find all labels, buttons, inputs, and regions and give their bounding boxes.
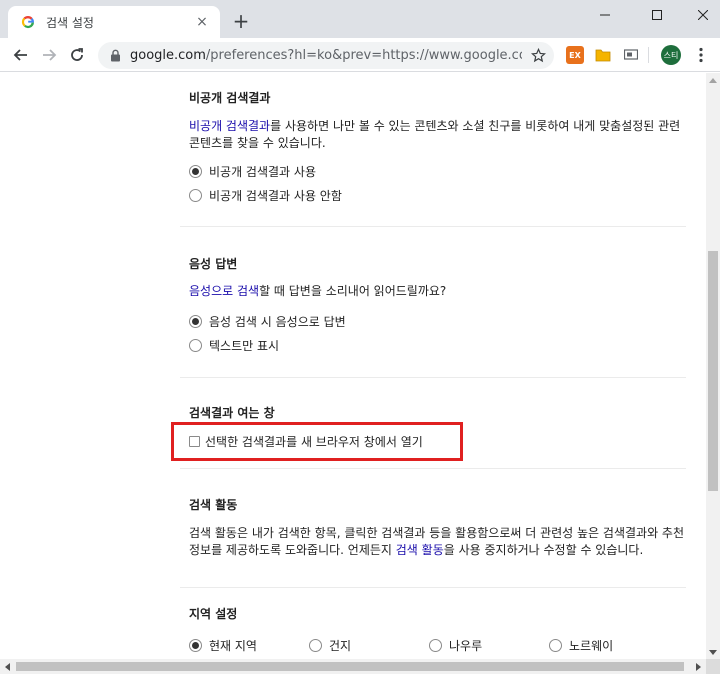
voice-search-link[interactable]: 음성으로 검색: [189, 284, 259, 298]
back-button[interactable]: [8, 42, 34, 68]
radio-button[interactable]: [189, 338, 202, 352]
tab-close-icon[interactable]: ×: [192, 12, 212, 32]
url-path: /preferences?hl=ko&prev=https://www.goog…: [205, 48, 522, 63]
private-results-description: 비공개 검색결과를 사용하면 나만 볼 수 있는 콘텐츠와 소셜 친구를 비롯하…: [189, 118, 685, 152]
window-minimize-button[interactable]: [582, 0, 628, 30]
tab-title: 검색 설정: [46, 15, 94, 30]
private-results-link[interactable]: 비공개 검색결과: [189, 119, 270, 133]
radio-region-guernsey[interactable]: 건지: [309, 637, 351, 653]
radio-label: 음성 검색 시 음성으로 답변: [209, 314, 346, 329]
radio-label: 텍스트만 표시: [209, 338, 280, 353]
radio-button[interactable]: [429, 638, 442, 652]
section-title-result-window: 검색결과 여는 창: [189, 406, 275, 420]
scroll-right-arrow-icon[interactable]: [691, 659, 706, 674]
browser-toolbar: google.com/preferences?hl=ko&prev=https:…: [0, 38, 720, 72]
scroll-left-arrow-icon[interactable]: [0, 659, 15, 674]
red-highlight-box: [171, 422, 463, 461]
voice-answers-description: 음성으로 검색할 때 답변을 소리내어 읽어드릴까요?: [189, 283, 685, 300]
radio-button[interactable]: [549, 638, 562, 652]
radio-private-results-off[interactable]: 비공개 검색결과 사용 안함: [189, 187, 342, 203]
horizontal-scroll-thumb[interactable]: [16, 662, 684, 671]
vertical-scroll-thumb[interactable]: [708, 251, 718, 491]
address-bar[interactable]: google.com/preferences?hl=ko&prev=https:…: [98, 42, 554, 69]
radio-private-results-on[interactable]: 비공개 검색결과 사용: [189, 163, 316, 179]
tab-search-settings[interactable]: 검색 설정 ×: [8, 6, 220, 38]
radio-button-checked[interactable]: [189, 164, 202, 178]
scroll-up-arrow-icon[interactable]: [706, 73, 720, 87]
radio-label: 건지: [329, 638, 352, 653]
radio-region-norway[interactable]: 노르웨이: [549, 637, 613, 653]
radio-label: 비공개 검색결과 사용 안함: [209, 188, 342, 203]
lock-icon: [108, 49, 122, 63]
radio-button-checked[interactable]: [189, 638, 202, 652]
radio-voice-answer-on[interactable]: 음성 검색 시 음성으로 답변: [189, 313, 346, 329]
page-content: 비공개 검색결과 비공개 검색결과를 사용하면 나만 볼 수 있는 콘텐츠와 소…: [0, 73, 706, 659]
scroll-down-arrow-icon[interactable]: [706, 645, 720, 659]
search-activity-description: 검색 활동은 내가 검색한 항목, 클릭한 검색결과 등을 활용함으로써 더 관…: [189, 525, 685, 559]
extension-ex-icon[interactable]: EX: [566, 46, 584, 64]
arrow-left-icon: [13, 49, 27, 61]
radio-label: 현재 지역: [209, 638, 257, 653]
radio-label: 나우루: [449, 638, 483, 653]
radio-label: 노르웨이: [569, 638, 614, 653]
extension-folder-icon[interactable]: [594, 46, 612, 64]
window-close-button[interactable]: [680, 0, 720, 30]
more-menu-icon[interactable]: [690, 44, 712, 66]
section-divider: [180, 468, 686, 469]
scrollbar-corner: [706, 659, 720, 674]
url-host: google.com: [130, 48, 206, 63]
radio-button[interactable]: [189, 188, 202, 202]
section-title-voice-answers: 음성 답변: [189, 257, 238, 271]
extension-screen-icon[interactable]: [622, 46, 640, 64]
title-bar: 검색 설정 × +: [0, 0, 720, 38]
section-divider: [180, 226, 686, 227]
arrow-right-icon: [43, 49, 57, 61]
section-divider: [180, 377, 686, 378]
google-favicon-icon: [20, 14, 36, 30]
new-tab-button[interactable]: +: [230, 9, 252, 33]
window-maximize-button[interactable]: [634, 0, 680, 30]
bookmark-star-icon[interactable]: [530, 47, 546, 63]
voice-answers-desc-text: 할 때 답변을 소리내어 읽어드릴까요?: [259, 284, 447, 298]
section-title-region-settings: 지역 설정: [189, 607, 238, 621]
radio-region-current[interactable]: 현재 지역: [189, 637, 257, 653]
section-divider: [180, 587, 686, 588]
search-activity-link[interactable]: 검색 활동: [396, 543, 444, 557]
radio-button-checked[interactable]: [189, 314, 202, 328]
radio-region-nauru[interactable]: 나우루: [429, 637, 482, 653]
horizontal-scrollbar[interactable]: [0, 659, 706, 674]
radio-text-only[interactable]: 텍스트만 표시: [189, 337, 279, 353]
radio-label: 비공개 검색결과 사용: [209, 164, 316, 179]
reload-icon: [71, 48, 83, 61]
forward-button[interactable]: [36, 42, 62, 68]
vertical-scrollbar[interactable]: [706, 73, 720, 659]
profile-avatar[interactable]: 스티: [661, 45, 681, 65]
toolbar-separator: [648, 47, 649, 63]
radio-button[interactable]: [309, 638, 322, 652]
activity-desc-after: 을 사용 중지하거나 수정할 수 있습니다.: [443, 543, 644, 557]
section-title-private-results: 비공개 검색결과: [189, 91, 271, 105]
section-title-search-activity: 검색 활동: [189, 498, 238, 512]
reload-button[interactable]: [64, 42, 90, 68]
url-text: google.com/preferences?hl=ko&prev=https:…: [130, 48, 522, 63]
